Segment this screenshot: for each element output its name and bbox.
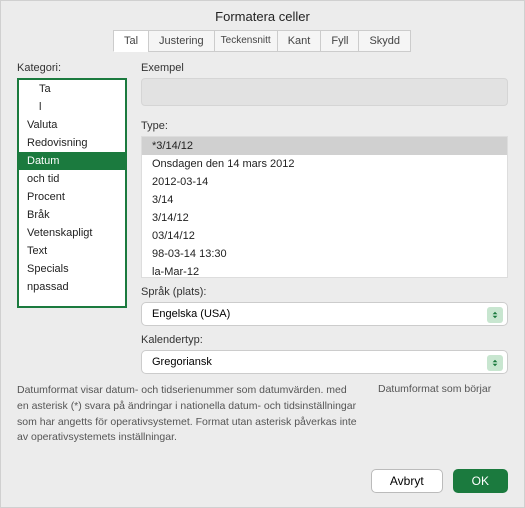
tab-border[interactable]: Kant (277, 30, 322, 52)
example-label: Exempel (141, 62, 508, 74)
category-item[interactable]: npassad (19, 278, 125, 296)
type-label: Type: (141, 120, 508, 132)
tab-fill[interactable]: Fyll (320, 30, 359, 52)
tab-protection[interactable]: Skydd (358, 30, 411, 52)
category-item-selected[interactable]: Datum (19, 152, 125, 170)
category-item[interactable]: Valuta (19, 116, 125, 134)
type-item[interactable]: 2012-03-14 (142, 173, 507, 191)
category-label: Kategori: (17, 62, 127, 74)
category-item[interactable]: Specials (19, 260, 125, 278)
category-list[interactable]: Ta l Valuta Redovisning Datum och tid Pr… (17, 78, 127, 308)
note-text: Datumformat visar datum- och tidserienum… (17, 383, 358, 446)
category-item[interactable]: Bråk (19, 206, 125, 224)
type-item-selected[interactable]: *3/14/12 (142, 137, 507, 155)
type-item[interactable]: 03/14/12 (142, 227, 507, 245)
dialog-footer: Avbryt OK (371, 469, 508, 493)
format-cells-dialog: Formatera celler Tal Justering Teckensni… (0, 0, 525, 508)
content-area: Kategori: Ta l Valuta Redovisning Datum … (1, 62, 524, 382)
locale-dropdown[interactable]: Engelska (USA) (141, 302, 508, 326)
chevron-updown-icon (487, 307, 503, 323)
chevron-updown-icon (487, 355, 503, 371)
type-item[interactable]: la-Mar-12 (142, 263, 507, 278)
note-text-right: Datumformat som börjar (378, 383, 508, 446)
example-box (141, 78, 508, 106)
note-area: Datumformat visar datum- och tidserienum… (17, 383, 508, 446)
type-item[interactable]: Onsdagen den 14 mars 2012 (142, 155, 507, 173)
category-item[interactable]: och tid (19, 170, 125, 188)
locale-value: Engelska (USA) (152, 308, 230, 320)
tab-alignment[interactable]: Justering (148, 30, 215, 52)
category-item[interactable]: Redovisning (19, 134, 125, 152)
tab-font[interactable]: Teckensnitt (214, 30, 278, 52)
left-panel: Kategori: Ta l Valuta Redovisning Datum … (17, 62, 127, 382)
calendar-dropdown[interactable]: Gregoriansk (141, 350, 508, 374)
category-item[interactable]: Procent (19, 188, 125, 206)
calendar-label: Kalendertyp: (141, 334, 508, 346)
type-item[interactable]: 3/14 (142, 191, 507, 209)
tab-number[interactable]: Tal (113, 30, 149, 52)
category-item[interactable]: l (19, 98, 125, 116)
dialog-title: Formatera celler (1, 1, 524, 30)
type-item[interactable]: 98-03-14 13:30 (142, 245, 507, 263)
tab-bar: Tal Justering Teckensnitt Kant Fyll Skyd… (61, 30, 464, 52)
category-item[interactable]: Text (19, 242, 125, 260)
calendar-value: Gregoriansk (152, 356, 212, 368)
cancel-button[interactable]: Avbryt (371, 469, 443, 493)
type-item[interactable]: 3/14/12 (142, 209, 507, 227)
ok-button[interactable]: OK (453, 469, 508, 493)
category-item[interactable]: Vetenskapligt (19, 224, 125, 242)
category-item[interactable]: Ta (19, 80, 125, 98)
type-list[interactable]: *3/14/12 Onsdagen den 14 mars 2012 2012-… (141, 136, 508, 278)
locale-label: Språk (plats): (141, 286, 508, 298)
right-panel: Exempel Type: *3/14/12 Onsdagen den 14 m… (141, 62, 508, 382)
